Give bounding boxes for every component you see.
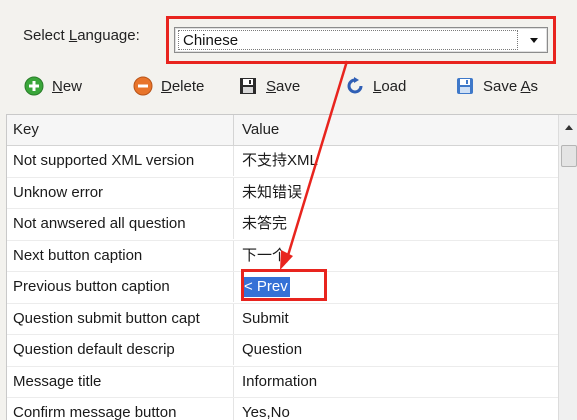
scrollbar-thumb[interactable] <box>561 145 577 167</box>
delete-button-label: Delete <box>161 77 205 95</box>
value-cell[interactable]: 不支持XML <box>234 146 558 176</box>
grid-header: Key Value <box>7 115 558 146</box>
table-row[interactable]: Question default descrip Question <box>7 335 558 367</box>
load-button-label: Load <box>373 77 407 95</box>
value-cell[interactable]: 未知错误 <box>234 178 558 208</box>
table-row[interactable]: Unknow error 未知错误 <box>7 177 558 209</box>
key-cell[interactable]: Next button caption <box>7 240 234 271</box>
key-cell[interactable]: Not anwsered all question <box>7 209 234 239</box>
new-label-rest: ew <box>62 77 83 95</box>
key-cell[interactable]: Not supported XML version <box>7 146 234 176</box>
table-row[interactable]: Not supported XML version 不支持XML <box>7 146 558 178</box>
value-cell[interactable]: 下一个 <box>234 241 558 271</box>
table-row[interactable]: Confirm message button Yes,No <box>7 398 558 420</box>
table-row[interactable]: Next button caption 下一个 <box>7 240 558 272</box>
language-select-value: Chinese <box>183 32 239 49</box>
load-label-rest: oad <box>381 77 407 95</box>
table-row[interactable]: Not anwsered all question 未答完 <box>7 209 558 241</box>
language-editor-panel: Select Language: Chinese New Delete Save… <box>0 0 577 420</box>
save-button[interactable]: Save <box>238 73 300 99</box>
key-cell[interactable]: Confirm message button <box>7 398 234 420</box>
save-button-label: Save <box>266 77 301 95</box>
table-row[interactable]: Question submit button capt Submit <box>7 303 558 335</box>
floppy-disk-icon <box>240 78 256 94</box>
plus-circle-icon <box>24 76 44 96</box>
key-cell[interactable]: Unknow error <box>7 177 234 208</box>
delete-label-rest: elete <box>171 77 205 95</box>
value-cell[interactable]: Question <box>234 335 558 365</box>
value-cell[interactable]: Information <box>234 367 558 397</box>
table-row[interactable]: Message title Information <box>7 366 558 398</box>
floppy-disk-blue-icon <box>457 78 473 94</box>
new-button-label: New <box>52 77 83 95</box>
delete-button[interactable]: Delete <box>133 73 204 99</box>
save-label-rest: ave <box>276 77 301 95</box>
select-language-label-text: Select Language: <box>23 27 140 44</box>
save-as-button-label: Save As <box>483 77 539 95</box>
value-annotation-box <box>241 269 327 301</box>
minus-circle-icon <box>133 76 153 96</box>
column-header-value[interactable]: Value <box>234 115 558 145</box>
chevron-down-icon[interactable] <box>525 32 543 48</box>
save-as-label-main: Save <box>483 77 521 95</box>
load-button[interactable]: Load <box>345 73 406 99</box>
vertical-scrollbar[interactable] <box>558 115 577 420</box>
select-language-label: Select Language: <box>23 27 140 44</box>
value-cell[interactable]: Yes,No <box>234 398 558 420</box>
key-cell[interactable]: Message title <box>7 366 234 397</box>
translation-grid[interactable]: Key Value Not supported XML version 不支持X… <box>6 114 577 420</box>
reload-icon <box>347 77 363 94</box>
value-cell[interactable]: 未答完 <box>234 209 558 239</box>
value-cell[interactable]: Submit <box>234 304 558 334</box>
language-select-focus-ring: Chinese <box>178 30 518 50</box>
toolbar: New Delete Save Load Save As <box>0 68 577 104</box>
save-as-button[interactable]: Save As <box>455 73 538 99</box>
key-cell[interactable]: Previous button caption <box>7 272 234 302</box>
key-cell[interactable]: Question default descrip <box>7 335 234 365</box>
key-cell[interactable]: Question submit button capt <box>7 303 234 334</box>
language-row: Select Language: Chinese <box>0 10 577 64</box>
column-header-key[interactable]: Key <box>7 115 234 145</box>
scroll-up-arrow-icon[interactable] <box>559 115 577 141</box>
new-button[interactable]: New <box>24 73 82 99</box>
language-select[interactable]: Chinese <box>174 27 548 53</box>
save-as-label-rest: s <box>530 77 539 95</box>
